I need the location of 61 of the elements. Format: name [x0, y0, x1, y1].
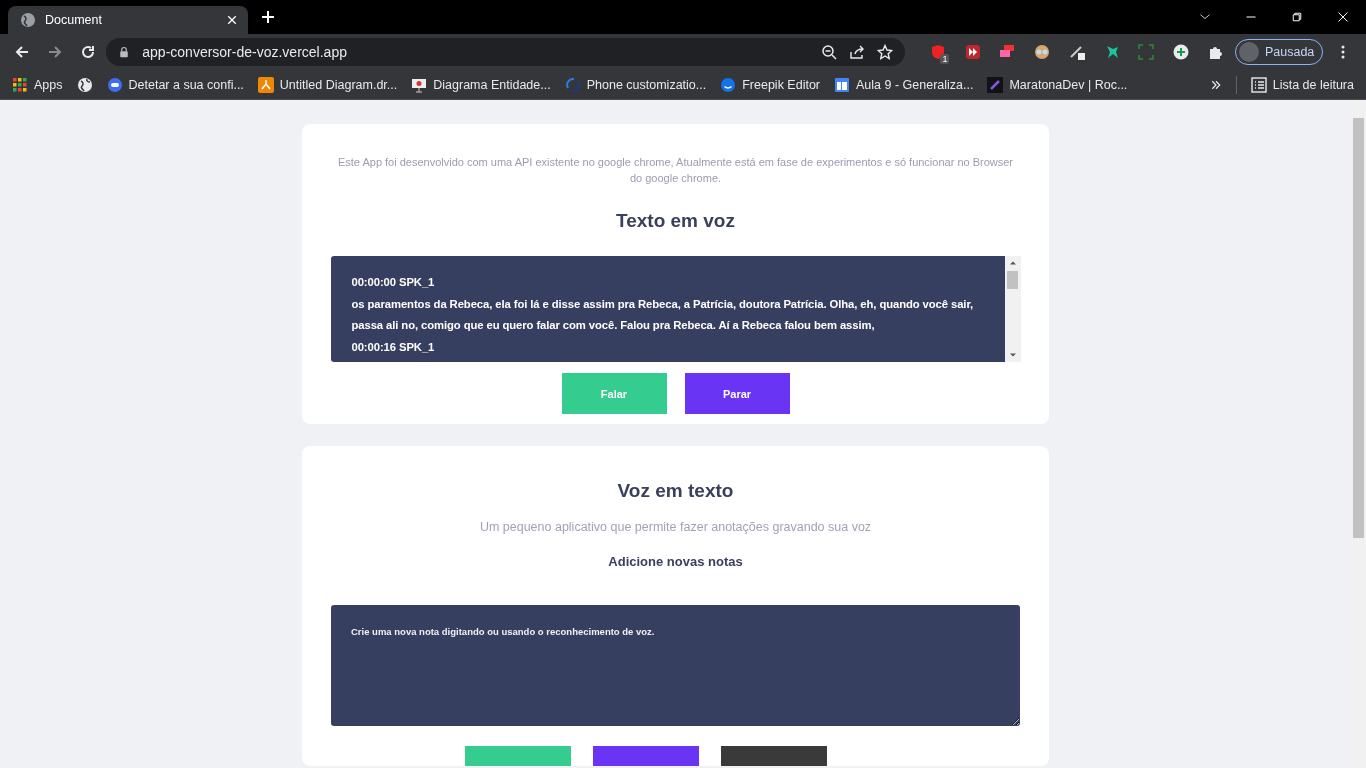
forward-arrow-icon[interactable] — [47, 44, 64, 60]
extension-badge: 1 — [940, 54, 950, 64]
presentation-icon[interactable] — [411, 76, 428, 93]
globe-icon[interactable] — [76, 76, 93, 93]
bookmark[interactable]: Diagrama Entidade... — [433, 77, 551, 92]
transcript-line: 00:00:00 SPK_1 — [351, 275, 436, 290]
avatar — [1238, 42, 1259, 62]
ring-icon[interactable] — [564, 76, 581, 93]
bookmark[interactable]: Phone customizatio... — [586, 77, 707, 92]
action-button[interactable]: Parar — [684, 373, 790, 414]
transcript-line: 00:00:16 SPK_1 — [351, 339, 436, 355]
fast-forward-icon[interactable] — [964, 44, 981, 60]
lock-icon[interactable] — [118, 46, 131, 58]
puzzle-icon[interactable] — [1207, 44, 1224, 60]
globe-icon[interactable] — [20, 12, 36, 28]
chevron-double-right-icon[interactable] — [1209, 78, 1222, 91]
chat-icon[interactable] — [106, 76, 123, 93]
new-tab-icon[interactable] — [260, 9, 276, 25]
bookmark[interactable]: Aula 9 - Generaliza... — [856, 77, 974, 92]
document-icon[interactable] — [834, 76, 851, 93]
shield-icon[interactable] — [930, 44, 947, 60]
scroll-down-icon[interactable] — [1008, 351, 1017, 359]
bookmark[interactable]: Detetar a sua confi... — [128, 77, 244, 92]
restore-icon[interactable] — [1291, 11, 1303, 23]
stacked-cards-icon[interactable] — [999, 44, 1016, 60]
url-text: app-conversor-de-voz.vercel.app — [142, 44, 348, 60]
bookmark[interactable]: Untitled Diagram.dr... — [279, 77, 398, 92]
browser-tab[interactable]: Document — [8, 6, 248, 34]
back-arrow-icon[interactable] — [14, 44, 31, 60]
reading-list-button[interactable]: Lista de leitura — [1272, 77, 1354, 92]
tab-title: Document — [45, 13, 103, 27]
transcript-line: passa ali no, comigo que eu quero falar com você. Falou pra Rebeca. Aí a Rebeca falou bem assim, — [351, 318, 876, 333]
smiley-icon[interactable] — [720, 76, 737, 93]
pen-icon[interactable] — [1068, 44, 1085, 60]
address-bar[interactable]: app-conversor-de-voz.vercel.app — [106, 38, 906, 66]
section-title: Texto em voz — [616, 210, 735, 232]
section-heading: Adicione novas notas — [608, 554, 743, 569]
section-title: Voz em texto — [617, 480, 734, 502]
intro-text: Este App foi desenvolvido com uma API existente no google chrome, Atualmente está em fase de experimentos e só funcionar no Browser do google chrome. — [337, 155, 1014, 186]
scroll-up-icon[interactable] — [1008, 259, 1017, 267]
page-scrollbar[interactable] — [1351, 100, 1366, 768]
bookmark[interactable]: Apps — [34, 77, 63, 92]
bookmark[interactable]: Freepik Editor — [742, 77, 821, 92]
transcript-line: os paramentos da Rebeca, ela foi lá e disse assim pra Rebeca, a Patrícia, doutora Patrícia. Olha, eh, quando você sair, — [351, 296, 975, 312]
goggles-icon[interactable] — [1034, 44, 1051, 60]
scroll-thumb[interactable] — [1353, 118, 1364, 538]
list-icon[interactable] — [1250, 76, 1267, 93]
scroll-thumb[interactable] — [1007, 271, 1018, 289]
close-icon[interactable] — [226, 14, 238, 26]
close-icon[interactable] — [1337, 11, 1349, 23]
reload-icon[interactable] — [79, 44, 96, 60]
star-icon[interactable] — [877, 44, 894, 60]
zoom-out-icon[interactable] — [821, 44, 838, 60]
subtitle-text: Um pequeno aplicativo que permite fazer anotações gravando sua voz — [479, 520, 872, 534]
diagram-icon[interactable] — [257, 76, 274, 93]
bookmark[interactable]: MaratonaDev | Roc... — [1009, 77, 1128, 92]
note-input-field[interactable]: Crie uma nova nota digitando ou usando o reconhecimento de voz. — [331, 605, 1020, 726]
transcript-field[interactable] — [330, 256, 1005, 362]
apps-grid-icon[interactable] — [12, 76, 28, 93]
share-icon[interactable] — [849, 44, 866, 60]
plus-circle-icon[interactable] — [1172, 44, 1189, 60]
